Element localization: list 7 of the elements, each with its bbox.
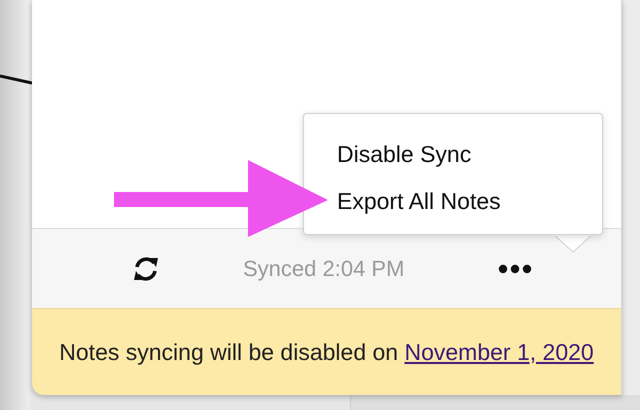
sync-notice: Notes syncing will be disabled on November 1, 2020 — [59, 338, 594, 367]
line-mark — [0, 72, 32, 86]
menu-item[interactable]: Export All Notes — [304, 181, 602, 228]
menu-item[interactable]: Disable Sync — [304, 134, 602, 181]
sync-status: Synced 2:04 PM — [243, 256, 404, 282]
date-link[interactable]: November 1, 2020 — [404, 338, 594, 364]
more-icon[interactable] — [498, 264, 532, 274]
